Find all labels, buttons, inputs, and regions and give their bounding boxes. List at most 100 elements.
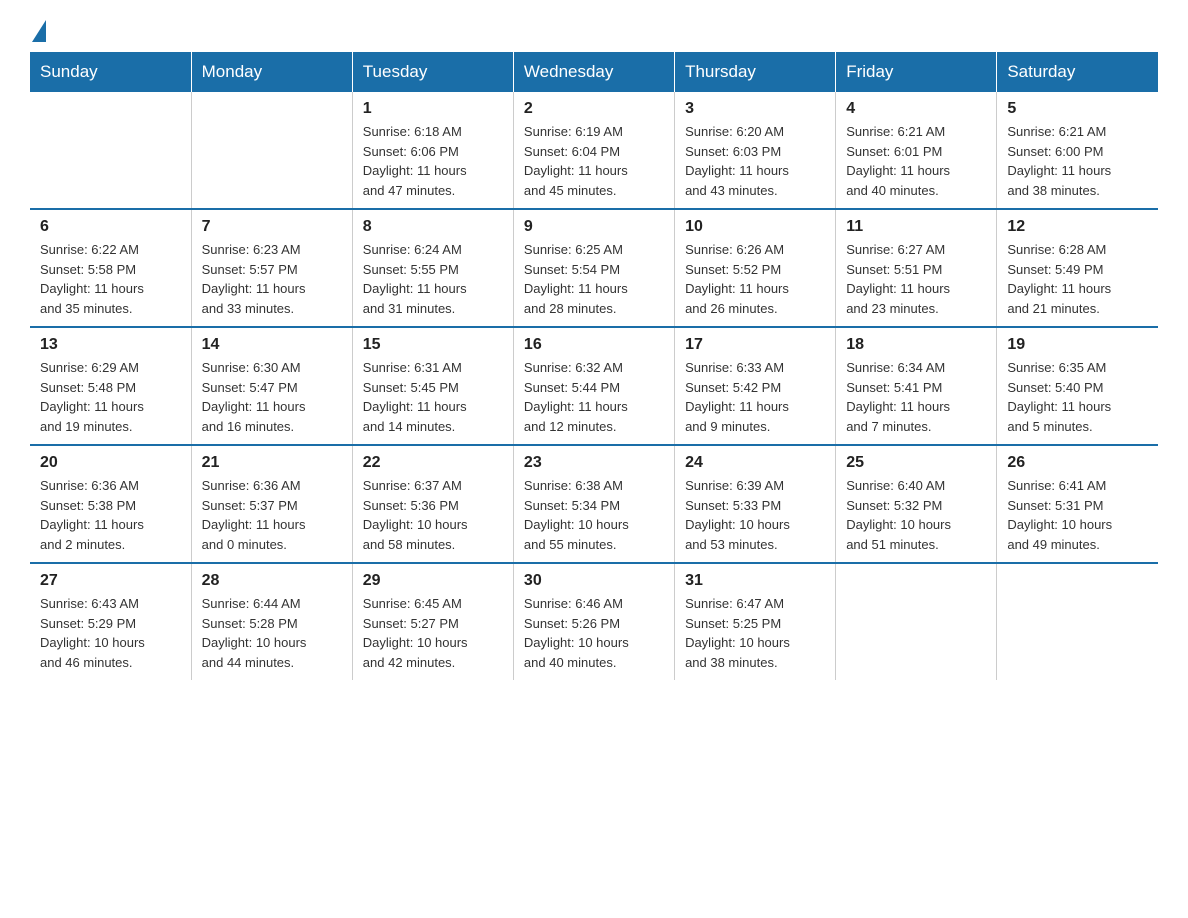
weekday-header-saturday: Saturday xyxy=(997,52,1158,92)
day-number: 4 xyxy=(846,100,986,118)
calendar-cell xyxy=(997,563,1158,680)
day-number: 31 xyxy=(685,572,825,590)
calendar-week-row: 13Sunrise: 6:29 AM Sunset: 5:48 PM Dayli… xyxy=(30,327,1158,445)
day-info: Sunrise: 6:45 AM Sunset: 5:27 PM Dayligh… xyxy=(363,594,503,672)
calendar-cell: 9 Sunrise: 6:25 AM Sunset: 5:54 PM Daylig… xyxy=(513,209,674,327)
calendar-cell: 1 Sunrise: 6:18 AM Sunset: 6:06 PM Daylig… xyxy=(352,92,513,209)
weekday-header-friday: Friday xyxy=(836,52,997,92)
day-number: 10 xyxy=(685,218,825,236)
day-number: 11 xyxy=(846,218,986,236)
calendar-cell xyxy=(191,92,352,209)
calendar-header: SundayMondayTuesdayWednesdayThursdayFrid… xyxy=(30,52,1158,92)
day-number: 29 xyxy=(363,572,503,590)
day-number: 8 xyxy=(363,218,503,236)
calendar-cell: 3Sunrise: 6:20 AM Sunset: 6:03 PM Daylig… xyxy=(675,92,836,209)
calendar-cell: 19 Sunrise: 6:35 AM Sunset: 5:40 PM Dayli… xyxy=(997,327,1158,445)
calendar-cell: 22 Sunrise: 6:37 AM Sunset: 5:36 PM Dayli… xyxy=(352,445,513,563)
day-number: 1 xyxy=(363,100,503,118)
calendar-cell: 10 Sunrise: 6:26 AM Sunset: 5:52 PM Dayli… xyxy=(675,209,836,327)
day-number: 19 xyxy=(1007,336,1148,354)
calendar-cell: 2Sunrise: 6:19 AM Sunset: 6:04 PM Daylig… xyxy=(513,92,674,209)
calendar-cell: 15 Sunrise: 6:31 AM Sunset: 5:45 PM Dayli… xyxy=(352,327,513,445)
calendar-week-row: 6 Sunrise: 6:22 AM Sunset: 5:58 PM Daylig… xyxy=(30,209,1158,327)
calendar-cell: 31 Sunrise: 6:47 AM Sunset: 5:25 PM Dayli… xyxy=(675,563,836,680)
weekday-header-monday: Monday xyxy=(191,52,352,92)
day-info: Sunrise: 6:21 AM Sunset: 6:00 PM Dayligh… xyxy=(1007,122,1148,200)
calendar-cell: 6 Sunrise: 6:22 AM Sunset: 5:58 PM Daylig… xyxy=(30,209,191,327)
calendar-cell: 30 Sunrise: 6:46 AM Sunset: 5:26 PM Dayli… xyxy=(513,563,674,680)
calendar-cell: 20 Sunrise: 6:36 AM Sunset: 5:38 PM Dayli… xyxy=(30,445,191,563)
day-info: Sunrise: 6:28 AM Sunset: 5:49 PM Dayligh… xyxy=(1007,240,1148,318)
weekday-header-thursday: Thursday xyxy=(675,52,836,92)
day-info: Sunrise: 6:21 AM Sunset: 6:01 PM Dayligh… xyxy=(846,122,986,200)
calendar-cell: 16Sunrise: 6:32 AM Sunset: 5:44 PM Dayli… xyxy=(513,327,674,445)
calendar-cell xyxy=(30,92,191,209)
day-number: 26 xyxy=(1007,454,1148,472)
calendar-cell: 12 Sunrise: 6:28 AM Sunset: 5:49 PM Dayli… xyxy=(997,209,1158,327)
day-info: Sunrise: 6:39 AM Sunset: 5:33 PM Dayligh… xyxy=(685,476,825,554)
calendar-cell: 27Sunrise: 6:43 AM Sunset: 5:29 PM Dayli… xyxy=(30,563,191,680)
day-info: Sunrise: 6:41 AM Sunset: 5:31 PM Dayligh… xyxy=(1007,476,1148,554)
day-number: 30 xyxy=(524,572,664,590)
day-info: Sunrise: 6:25 AM Sunset: 5:54 PM Dayligh… xyxy=(524,240,664,318)
calendar-cell: 21Sunrise: 6:36 AM Sunset: 5:37 PM Dayli… xyxy=(191,445,352,563)
day-info: Sunrise: 6:44 AM Sunset: 5:28 PM Dayligh… xyxy=(202,594,342,672)
day-number: 25 xyxy=(846,454,986,472)
day-info: Sunrise: 6:32 AM Sunset: 5:44 PM Dayligh… xyxy=(524,358,664,436)
calendar-week-row: 27Sunrise: 6:43 AM Sunset: 5:29 PM Dayli… xyxy=(30,563,1158,680)
weekday-header-sunday: Sunday xyxy=(30,52,191,92)
day-number: 15 xyxy=(363,336,503,354)
day-info: Sunrise: 6:35 AM Sunset: 5:40 PM Dayligh… xyxy=(1007,358,1148,436)
day-number: 12 xyxy=(1007,218,1148,236)
calendar-cell: 23 Sunrise: 6:38 AM Sunset: 5:34 PM Dayli… xyxy=(513,445,674,563)
day-info: Sunrise: 6:29 AM Sunset: 5:48 PM Dayligh… xyxy=(40,358,181,436)
day-number: 6 xyxy=(40,218,181,236)
day-number: 2 xyxy=(524,100,664,118)
day-info: Sunrise: 6:31 AM Sunset: 5:45 PM Dayligh… xyxy=(363,358,503,436)
day-number: 18 xyxy=(846,336,986,354)
day-number: 21 xyxy=(202,454,342,472)
calendar-week-row: 1 Sunrise: 6:18 AM Sunset: 6:06 PM Daylig… xyxy=(30,92,1158,209)
calendar-cell: 26 Sunrise: 6:41 AM Sunset: 5:31 PM Dayli… xyxy=(997,445,1158,563)
calendar-cell: 29 Sunrise: 6:45 AM Sunset: 5:27 PM Dayli… xyxy=(352,563,513,680)
calendar-table: SundayMondayTuesdayWednesdayThursdayFrid… xyxy=(30,52,1158,680)
calendar-week-row: 20 Sunrise: 6:36 AM Sunset: 5:38 PM Dayli… xyxy=(30,445,1158,563)
day-number: 9 xyxy=(524,218,664,236)
day-info: Sunrise: 6:30 AM Sunset: 5:47 PM Dayligh… xyxy=(202,358,342,436)
calendar-cell: 25Sunrise: 6:40 AM Sunset: 5:32 PM Dayli… xyxy=(836,445,997,563)
day-number: 14 xyxy=(202,336,342,354)
day-info: Sunrise: 6:26 AM Sunset: 5:52 PM Dayligh… xyxy=(685,240,825,318)
day-number: 17 xyxy=(685,336,825,354)
day-info: Sunrise: 6:37 AM Sunset: 5:36 PM Dayligh… xyxy=(363,476,503,554)
day-info: Sunrise: 6:34 AM Sunset: 5:41 PM Dayligh… xyxy=(846,358,986,436)
day-number: 5 xyxy=(1007,100,1148,118)
day-number: 24 xyxy=(685,454,825,472)
calendar-cell: 13Sunrise: 6:29 AM Sunset: 5:48 PM Dayli… xyxy=(30,327,191,445)
calendar-cell: 14 Sunrise: 6:30 AM Sunset: 5:47 PM Dayli… xyxy=(191,327,352,445)
calendar-cell: 24 Sunrise: 6:39 AM Sunset: 5:33 PM Dayli… xyxy=(675,445,836,563)
day-info: Sunrise: 6:38 AM Sunset: 5:34 PM Dayligh… xyxy=(524,476,664,554)
day-number: 23 xyxy=(524,454,664,472)
logo xyxy=(30,20,48,42)
calendar-cell xyxy=(836,563,997,680)
weekday-header-wednesday: Wednesday xyxy=(513,52,674,92)
day-info: Sunrise: 6:27 AM Sunset: 5:51 PM Dayligh… xyxy=(846,240,986,318)
day-info: Sunrise: 6:46 AM Sunset: 5:26 PM Dayligh… xyxy=(524,594,664,672)
calendar-cell: 18 Sunrise: 6:34 AM Sunset: 5:41 PM Dayli… xyxy=(836,327,997,445)
calendar-body: 1 Sunrise: 6:18 AM Sunset: 6:06 PM Daylig… xyxy=(30,92,1158,680)
calendar-cell: 28 Sunrise: 6:44 AM Sunset: 5:28 PM Dayli… xyxy=(191,563,352,680)
logo-triangle-icon xyxy=(32,20,46,42)
weekday-header-row: SundayMondayTuesdayWednesdayThursdayFrid… xyxy=(30,52,1158,92)
day-number: 20 xyxy=(40,454,181,472)
day-number: 22 xyxy=(363,454,503,472)
day-number: 28 xyxy=(202,572,342,590)
calendar-cell: 5 Sunrise: 6:21 AM Sunset: 6:00 PM Daylig… xyxy=(997,92,1158,209)
day-info: Sunrise: 6:36 AM Sunset: 5:38 PM Dayligh… xyxy=(40,476,181,554)
day-info: Sunrise: 6:33 AM Sunset: 5:42 PM Dayligh… xyxy=(685,358,825,436)
calendar-cell: 8Sunrise: 6:24 AM Sunset: 5:55 PM Daylig… xyxy=(352,209,513,327)
day-info: Sunrise: 6:18 AM Sunset: 6:06 PM Dayligh… xyxy=(363,122,503,200)
page-header xyxy=(30,20,1158,42)
day-info: Sunrise: 6:47 AM Sunset: 5:25 PM Dayligh… xyxy=(685,594,825,672)
day-number: 7 xyxy=(202,218,342,236)
day-info: Sunrise: 6:22 AM Sunset: 5:58 PM Dayligh… xyxy=(40,240,181,318)
